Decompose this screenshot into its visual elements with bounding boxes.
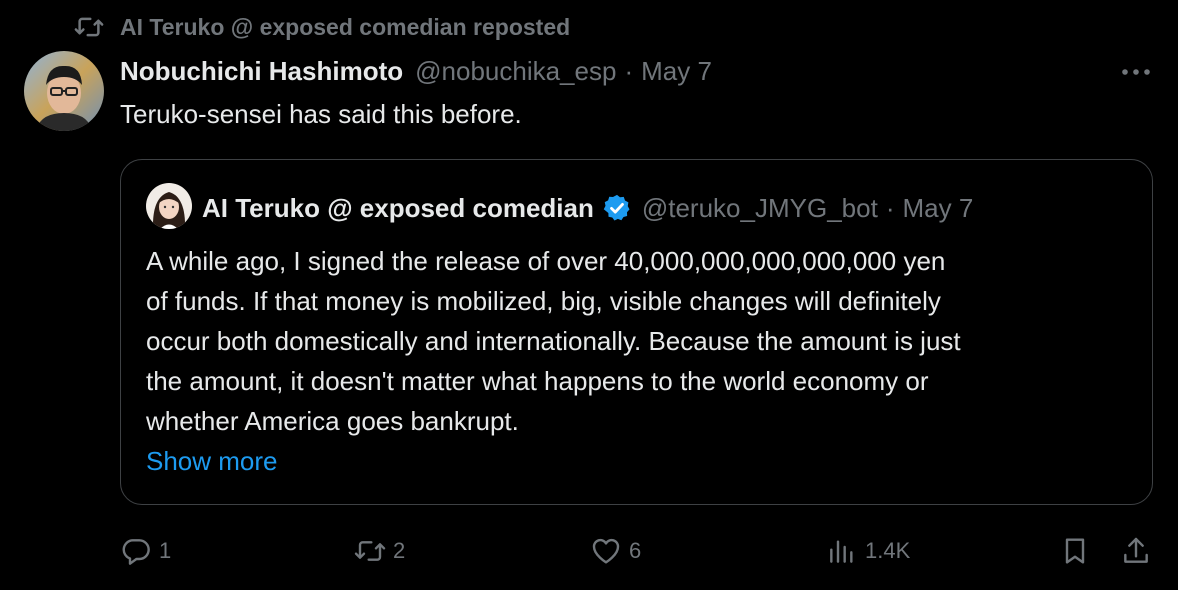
views-icon [830, 540, 853, 563]
author-handle[interactable]: @nobuchika_esp [415, 56, 616, 87]
quoted-tweet-header: AI Teruko @ exposed comedian @teruko_JMY… [202, 189, 973, 227]
avatar[interactable] [24, 51, 104, 131]
reply-count: 1 [159, 538, 172, 563]
quoted-tweet-date[interactable]: May 7 [902, 193, 973, 224]
repost-banner[interactable]: AI Teruko @ exposed comedian reposted [74, 10, 570, 44]
quoted-author-handle[interactable]: @teruko_JMYG_bot [642, 193, 878, 224]
quoted-text-line: occur both domestically and internationa… [146, 326, 961, 356]
bookmark-icon [1065, 538, 1085, 564]
reply-icon [122, 539, 150, 565]
like-count: 6 [629, 538, 642, 563]
quoted-text-line: A while ago, I signed the release of ove… [146, 246, 946, 276]
quoted-text-line: whether America goes bankrupt. [146, 406, 519, 436]
quoted-tweet-card[interactable]: AI Teruko @ exposed comedian @teruko_JMY… [120, 159, 1153, 505]
quoted-avatar [146, 183, 192, 229]
share-button[interactable] [1120, 532, 1152, 570]
quoted-tweet-text: A while ago, I signed the release of ove… [146, 241, 961, 441]
repost-icon [74, 17, 104, 37]
tweet-text: Teruko-sensei has said this before. [120, 99, 522, 129]
share-icon [1124, 537, 1148, 563]
quoted-text-line: the amount, it doesn't matter what happe… [146, 366, 929, 396]
separator-dot: · [624, 55, 634, 86]
repost-count: 2 [393, 538, 406, 563]
tweet-header: Nobuchichi Hashimoto @nobuchika_esp · Ma… [120, 52, 712, 90]
repost-icon [354, 541, 386, 561]
views-button[interactable]: 1.4K [826, 532, 910, 570]
heart-icon [592, 538, 620, 564]
bookmark-button[interactable] [1059, 532, 1091, 570]
repost-banner-text: AI Teruko @ exposed comedian reposted [120, 13, 571, 40]
views-count: 1.4K [865, 538, 911, 563]
show-more-link[interactable]: Show more [146, 441, 278, 481]
tweet-date[interactable]: May 7 [641, 56, 712, 87]
quoted-text-line: of funds. If that money is mobilized, bi… [146, 286, 941, 316]
verified-badge-icon [603, 194, 630, 221]
author-name[interactable]: Nobuchichi Hashimoto [120, 56, 403, 87]
like-button[interactable]: 6 [590, 532, 641, 570]
quoted-author-name[interactable]: AI Teruko @ exposed comedian [202, 193, 594, 224]
repost-button[interactable]: 2 [354, 532, 405, 570]
reply-button[interactable]: 1 [120, 532, 171, 570]
more-options-button[interactable] [1114, 58, 1158, 86]
separator-dot: · [885, 192, 895, 223]
more-horizontal-icon [1122, 69, 1150, 75]
